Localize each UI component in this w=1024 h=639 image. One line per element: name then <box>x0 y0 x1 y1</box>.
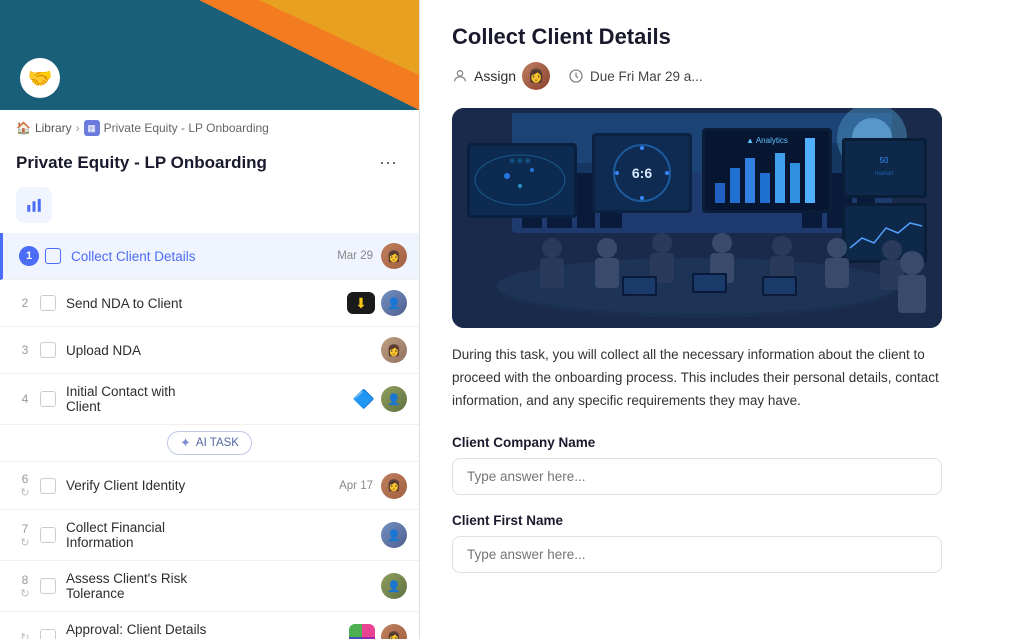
project-title: Private Equity - LP Onboarding <box>16 153 267 173</box>
due-date-row: Due Fri Mar 29 a... <box>568 68 703 84</box>
analytics-icon-box[interactable] <box>16 187 52 223</box>
task-date: Mar 29 <box>337 250 373 262</box>
more-button[interactable]: ··· <box>373 150 403 175</box>
svg-text:50: 50 <box>880 156 889 165</box>
header-triangle <box>259 0 419 75</box>
sync-icon: ↻ <box>20 486 29 499</box>
right-panel: Collect Client Details Assign 👩 Due Fri … <box>420 0 1024 639</box>
left-panel: 🤝 🏠 Library › ▦ Private Equity - LP Onbo… <box>0 0 420 639</box>
due-date-text: Due Fri Mar 29 a... <box>590 69 703 84</box>
home-icon: 🏠 <box>16 121 31 135</box>
task-number: 6 <box>16 472 34 486</box>
task-checkbox[interactable] <box>40 391 56 407</box>
task-number: 3 <box>16 343 34 357</box>
task-checkbox[interactable] <box>45 248 61 264</box>
task-item[interactable]: 8 ↻ Assess Client's Risk Tolerance 👤 <box>0 561 419 612</box>
task-avatar: 👩 <box>381 473 407 499</box>
clock-icon <box>568 68 584 84</box>
task-label: Send NDA to Client <box>66 296 207 311</box>
office-scene-svg: ⊕ ⊕ ⊕ 6:6 ▲ Analytics <box>452 108 942 328</box>
task-checkbox[interactable] <box>40 629 56 639</box>
task-number: 1 <box>19 246 39 266</box>
task-label: Collect Client Details <box>71 249 337 264</box>
form-label-company: Client Company Name <box>452 435 942 450</box>
task-checkbox[interactable] <box>40 478 56 494</box>
icon-bar <box>0 183 419 233</box>
analytics-icon <box>25 196 43 214</box>
left-header: 🤝 <box>0 0 419 110</box>
task-date: Apr 17 <box>339 480 373 492</box>
ai-badge: ✦ AI TASK <box>167 431 252 455</box>
svg-text:market: market <box>875 171 894 177</box>
assign-button[interactable]: Assign 👩 <box>452 62 550 90</box>
form-label-firstname: Client First Name <box>452 513 942 528</box>
task-item[interactable]: 3 Upload NDA 👩 <box>0 327 419 374</box>
task-label: Verify Client Identity <box>66 478 339 493</box>
task-checkbox[interactable] <box>40 578 56 594</box>
task-avatar: 👤 <box>381 573 407 599</box>
company-name-input[interactable] <box>452 458 942 495</box>
breadcrumb-page: Private Equity - LP Onboarding <box>104 121 269 135</box>
task-label: Collect Financial Information <box>66 520 224 550</box>
breadcrumb-library[interactable]: Library <box>35 121 72 135</box>
svg-text:⊕ ⊕ ⊕: ⊕ ⊕ ⊕ <box>509 158 531 165</box>
task-avatar: 👤 <box>381 386 407 412</box>
page-icon: ▦ <box>84 120 100 136</box>
task-avatar: 👩 <box>381 337 407 363</box>
task-list: 1 Collect Client Details Mar 29 👩 2 Send… <box>0 233 419 639</box>
task-checkbox[interactable] <box>40 295 56 311</box>
form-field-firstname: Client First Name <box>452 513 942 573</box>
first-name-input[interactable] <box>452 536 942 573</box>
task-item[interactable]: 2 Send NDA to Client ⬇ 👤 <box>0 280 419 327</box>
sync-icon: ↻ <box>20 587 29 600</box>
logo-icon: 🤝 <box>20 58 60 98</box>
task-checkbox[interactable] <box>40 342 56 358</box>
sync-icon: ↻ <box>20 536 29 549</box>
svg-text:▲ Analytics: ▲ Analytics <box>746 136 788 145</box>
task-number: 7 <box>16 522 34 536</box>
project-title-row: Private Equity - LP Onboarding ··· <box>0 146 419 183</box>
task-number: 4 <box>16 392 34 406</box>
task-number: 2 <box>16 296 34 310</box>
approval-icon <box>349 624 375 639</box>
assign-label: Assign <box>474 68 516 84</box>
task-label: Upload NDA <box>66 343 224 358</box>
task-description: During this task, you will collect all t… <box>452 344 942 413</box>
ai-star-icon: ✦ <box>180 435 191 451</box>
breadcrumb-sep: › <box>76 121 80 135</box>
task-label: Assess Client's Risk Tolerance <box>66 571 224 601</box>
task-item[interactable]: 7 ↻ Collect Financial Information 👤 <box>0 510 419 561</box>
task-label: Initial Contact with Client <box>66 384 209 414</box>
task-item[interactable]: 4 Initial Contact with Client 🔷 👤 <box>0 374 419 425</box>
download-badge: ⬇ <box>347 292 375 314</box>
form-field-company: Client Company Name <box>452 435 942 495</box>
task-detail-title: Collect Client Details <box>452 24 992 50</box>
task-avatar: 👩 <box>381 624 407 639</box>
ai-task-divider: ✦ AI TASK <box>0 425 419 462</box>
task-label: Approval: Client Details Verification <box>66 622 208 639</box>
ai-badge-label: AI TASK <box>196 437 239 449</box>
task-avatar: 👤 <box>381 290 407 316</box>
task-item[interactable]: ↻ Approval: Client Details Verification … <box>0 612 419 639</box>
task-avatar: 👤 <box>381 522 407 548</box>
task-avatar: 👩 <box>381 243 407 269</box>
task-meta-row: Assign 👩 Due Fri Mar 29 a... <box>452 62 992 90</box>
tool-icon: 🔷 <box>353 389 375 410</box>
sync-icon: ↻ <box>20 631 29 639</box>
breadcrumb: 🏠 Library › ▦ Private Equity - LP Onboar… <box>0 110 419 146</box>
task-item[interactable]: 1 Collect Client Details Mar 29 👩 <box>0 233 419 280</box>
task-checkbox[interactable] <box>40 527 56 543</box>
assignee-avatar: 👩 <box>522 62 550 90</box>
task-item[interactable]: 6 ↻ Verify Client Identity Apr 17 👩 <box>0 462 419 510</box>
task-image: ⊕ ⊕ ⊕ 6:6 ▲ Analytics <box>452 108 942 328</box>
task-number: 8 <box>16 573 34 587</box>
assign-person-icon <box>452 68 468 84</box>
